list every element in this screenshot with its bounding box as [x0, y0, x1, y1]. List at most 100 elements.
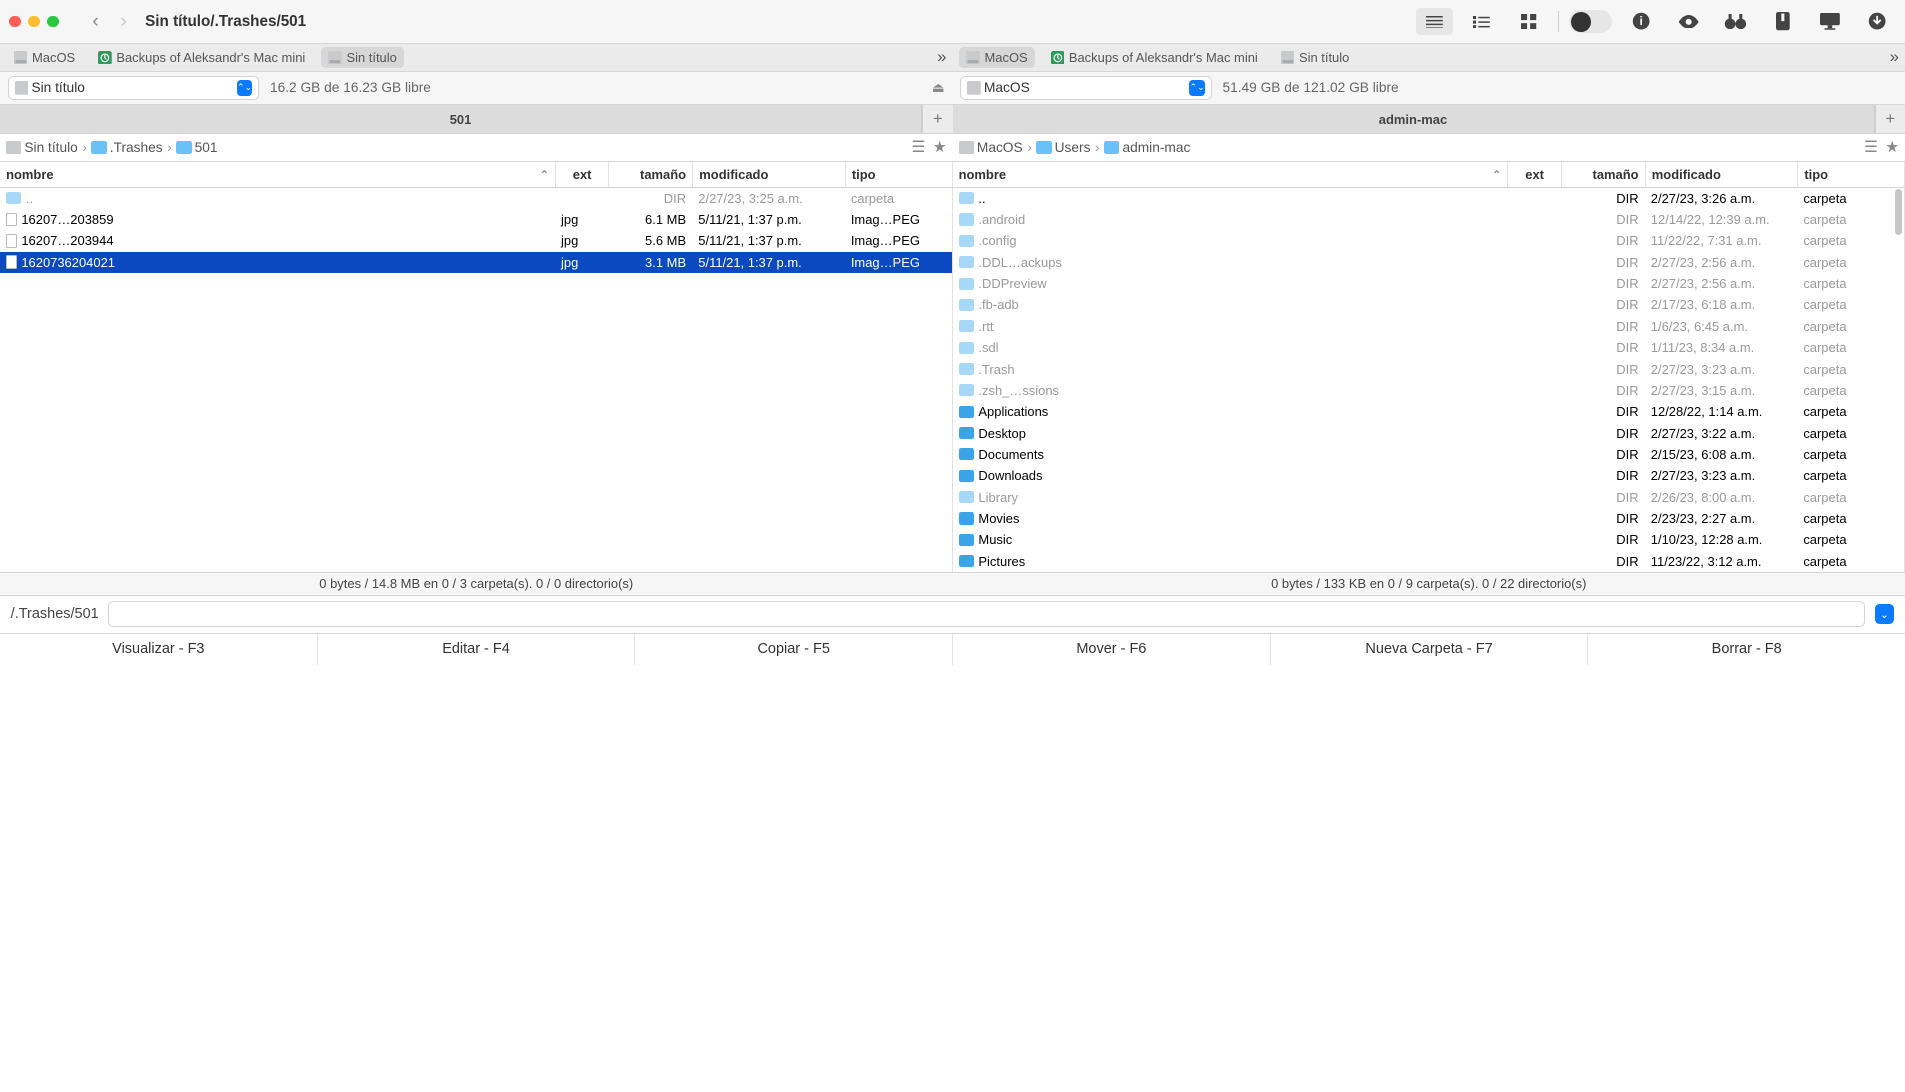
more-volumes-button[interactable]: » — [937, 47, 946, 67]
file-row[interactable]: ..DIR2/27/23, 3:25 a.m.carpeta — [0, 188, 952, 209]
col-header-modified[interactable]: modificado — [1646, 162, 1799, 187]
fn-button[interactable]: Mover - F6 — [953, 634, 1271, 665]
left-drive-selector[interactable]: Sin título ⌃⌄ — [8, 76, 260, 100]
left-drive-name: Sin título — [28, 80, 237, 95]
volume-tab[interactable]: MacOS — [6, 47, 83, 68]
favorite-star-button[interactable]: ★ — [1885, 138, 1899, 156]
col-header-ext[interactable]: ext — [1508, 162, 1561, 187]
col-header-ext[interactable]: ext — [556, 162, 609, 187]
col-header-size[interactable]: tamaño — [1562, 162, 1646, 187]
file-row[interactable]: 16207…203859jpg6.1 MB5/11/21, 1:37 p.m.I… — [0, 209, 952, 230]
path-history-button[interactable]: ⌄ — [1875, 604, 1895, 624]
preview-button[interactable] — [1670, 8, 1707, 35]
archive-button[interactable] — [1765, 8, 1802, 35]
breadcrumb-label: MacOS — [977, 140, 1023, 155]
volume-tab[interactable]: Backups of Aleksandr's Mac mini — [1043, 47, 1265, 68]
file-row[interactable]: .zsh_…ssionsDIR2/27/23, 3:15 a.m.carpeta — [953, 380, 1905, 401]
fn-button[interactable]: Nueva Carpeta - F7 — [1271, 634, 1589, 665]
file-name: Documents — [978, 447, 1044, 462]
file-row[interactable]: .TrashDIR2/27/23, 3:23 a.m.carpeta — [953, 358, 1905, 379]
view-columns-button[interactable] — [1463, 8, 1500, 35]
col-header-name[interactable]: nombre⌃ — [953, 162, 1509, 187]
file-row[interactable]: 16207…203944jpg5.6 MB5/11/21, 1:37 p.m.I… — [0, 230, 952, 251]
binoculars-button[interactable] — [1717, 8, 1754, 35]
favorite-star-button[interactable]: ★ — [933, 138, 947, 156]
file-row[interactable]: DownloadsDIR2/27/23, 3:23 a.m.carpeta — [953, 465, 1905, 486]
file-type: carpeta — [1797, 255, 1904, 270]
right-drive-name: MacOS — [981, 80, 1190, 95]
file-row[interactable]: .androidDIR12/14/22, 12:39 a.m.carpeta — [953, 209, 1905, 230]
svg-text:i: i — [1639, 14, 1642, 28]
close-window-button[interactable] — [9, 16, 20, 27]
file-row[interactable]: LibraryDIR2/26/23, 8:00 a.m.carpeta — [953, 486, 1905, 507]
file-modified: 12/14/22, 12:39 a.m. — [1645, 212, 1798, 227]
fn-button[interactable]: Editar - F4 — [318, 634, 636, 665]
breadcrumb-separator: › — [1095, 140, 1100, 155]
folder-icon — [959, 363, 974, 375]
breadcrumb-item[interactable]: MacOS — [959, 140, 1023, 155]
file-row[interactable]: .DDL…ackupsDIR2/27/23, 2:56 a.m.carpeta — [953, 252, 1905, 273]
list-icon[interactable]: ☰ — [911, 138, 925, 156]
fn-button[interactable]: Copiar - F5 — [635, 634, 953, 665]
file-modified: 11/22/22, 7:31 a.m. — [1645, 233, 1798, 248]
volume-tab[interactable]: Sin título — [1273, 47, 1357, 68]
volume-tab[interactable]: Backups of Aleksandr's Mac mini — [90, 47, 312, 68]
right-pane[interactable]: ..DIR2/27/23, 3:26 a.m.carpeta.androidDI… — [953, 188, 1905, 572]
scrollbar[interactable] — [1895, 189, 1903, 235]
info-button[interactable]: i — [1623, 8, 1660, 35]
volume-tabs-bar: MacOS Backups of Aleksandr's Mac mini Sin … — [0, 44, 1905, 71]
breadcrumb-item[interactable]: Sin título — [6, 140, 78, 155]
breadcrumb-item[interactable]: admin-mac — [1104, 140, 1190, 155]
file-row[interactable]: .fb-adbDIR2/17/23, 6:18 a.m.carpeta — [953, 294, 1905, 315]
volume-tab[interactable]: MacOS — [959, 47, 1036, 68]
eject-button[interactable]: ⏏ — [932, 80, 945, 96]
right-drive-selector[interactable]: MacOS ⌃⌄ — [960, 76, 1212, 100]
file-row[interactable]: .DDPreviewDIR2/27/23, 2:56 a.m.carpeta — [953, 273, 1905, 294]
fn-button[interactable]: Borrar - F8 — [1588, 634, 1905, 665]
col-header-size[interactable]: tamaño — [609, 162, 693, 187]
file-row[interactable]: .rttDIR1/6/23, 6:45 a.m.carpeta — [953, 316, 1905, 337]
col-header-type[interactable]: tipo — [1798, 162, 1905, 187]
right-pane-tab[interactable]: admin-mac — [953, 105, 1875, 133]
file-row[interactable]: DesktopDIR2/27/23, 3:22 a.m.carpeta — [953, 422, 1905, 443]
view-list-button[interactable] — [1416, 8, 1453, 35]
file-row[interactable]: .sdlDIR1/11/23, 8:34 a.m.carpeta — [953, 337, 1905, 358]
file-row[interactable]: 1620736204021jpg3.1 MB5/11/21, 1:37 p.m.… — [0, 252, 952, 273]
right-new-tab-button[interactable]: + — [1875, 105, 1905, 133]
file-row[interactable]: DocumentsDIR2/15/23, 6:08 a.m.carpeta — [953, 444, 1905, 465]
left-pane-tab[interactable]: 501 — [0, 105, 922, 133]
more-volumes-button[interactable]: » — [1890, 47, 1899, 67]
remote-button[interactable] — [1812, 8, 1849, 35]
back-button[interactable]: ‹ — [92, 10, 99, 33]
file-row[interactable]: MusicDIR1/10/23, 12:28 a.m.carpeta — [953, 529, 1905, 550]
breadcrumb-item[interactable]: .Trashes — [91, 140, 162, 155]
minimize-window-button[interactable] — [28, 16, 39, 27]
file-type: carpeta — [1797, 297, 1904, 312]
file-row[interactable]: MoviesDIR2/23/23, 2:27 a.m.carpeta — [953, 508, 1905, 529]
list-icon[interactable]: ☰ — [1864, 138, 1878, 156]
download-button[interactable] — [1859, 8, 1896, 35]
volume-tab[interactable]: Sin título — [321, 47, 405, 68]
path-input[interactable] — [108, 601, 1866, 627]
file-row[interactable]: ApplicationsDIR12/28/22, 1:14 a.m.carpet… — [953, 401, 1905, 422]
col-header-name[interactable]: nombre⌃ — [0, 162, 556, 187]
left-pane[interactable]: ..DIR2/27/23, 3:25 a.m.carpeta16207…2038… — [0, 188, 953, 572]
forward-button[interactable]: › — [120, 10, 127, 33]
col-header-type[interactable]: tipo — [846, 162, 953, 187]
col-header-modified[interactable]: modificado — [693, 162, 846, 187]
file-row[interactable]: .configDIR11/22/22, 7:31 a.m.carpeta — [953, 230, 1905, 251]
file-name: .android — [978, 212, 1025, 227]
breadcrumb-item[interactable]: Users — [1036, 140, 1090, 155]
chevron-updown-icon: ⌃⌄ — [237, 80, 252, 97]
zoom-window-button[interactable] — [47, 16, 58, 27]
breadcrumb-item[interactable]: 501 — [176, 140, 217, 155]
breadcrumbs-bar: Sin título›.Trashes›501 ☰ ★ MacOS›Users›… — [0, 134, 1905, 161]
file-name: .DDL…ackups — [978, 255, 1062, 270]
left-new-tab-button[interactable]: + — [922, 105, 953, 133]
file-row[interactable]: PicturesDIR11/23/22, 3:12 a.m.carpeta — [953, 550, 1905, 571]
file-row[interactable]: ..DIR2/27/23, 3:26 a.m.carpeta — [953, 188, 1905, 209]
fn-button[interactable]: Visualizar - F3 — [0, 634, 318, 665]
hidden-files-toggle[interactable] — [1569, 10, 1612, 33]
view-grid-button[interactable] — [1511, 8, 1548, 35]
file-type: carpeta — [1797, 490, 1904, 505]
